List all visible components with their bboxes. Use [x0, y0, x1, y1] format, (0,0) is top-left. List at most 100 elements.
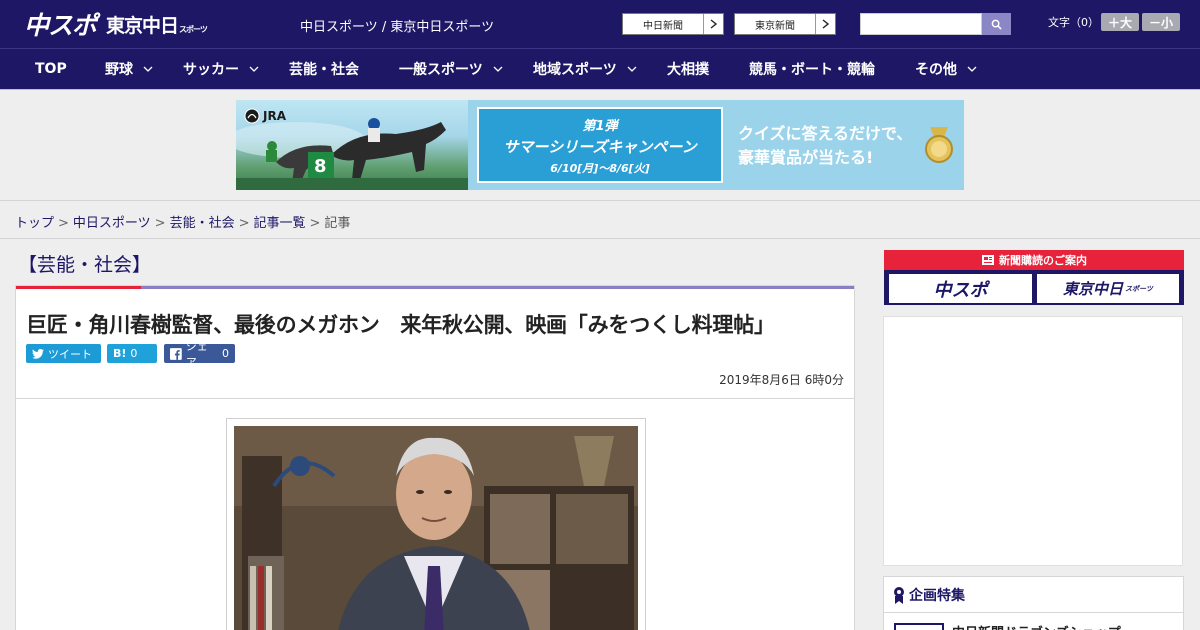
- ribbon-icon: [894, 586, 904, 604]
- nav-item-local-sports[interactable]: 地域スポーツ: [533, 49, 637, 89]
- subscribe-chuspo-link[interactable]: 中スポ: [889, 274, 1032, 303]
- twitter-icon: [32, 348, 44, 359]
- sidebar-ad-slot: [883, 316, 1183, 566]
- facebook-share-count: 0: [222, 347, 229, 360]
- breadcrumb: トップ > 中日スポーツ > 芸能・社会 > 記事一覧 > 記事: [15, 212, 350, 231]
- nav-item-keiba[interactable]: 競馬・ボート・競輪: [749, 49, 875, 89]
- hatena-count: 0: [130, 347, 138, 360]
- campaign-title: サマーシリーズキャンペーン: [503, 137, 697, 156]
- subscribe-tokyo-label: 東京中日: [1063, 280, 1124, 298]
- nav-item-entertainment[interactable]: 芸能・社会: [289, 49, 359, 89]
- chevron-down-icon: [493, 66, 503, 72]
- breadcrumb-link-entertainment[interactable]: 芸能・社会: [170, 216, 235, 231]
- tokyo-shimbun-link[interactable]: 東京新聞: [734, 13, 836, 35]
- feature-title: 企画特集: [909, 587, 965, 604]
- breadcrumb-link-top[interactable]: トップ: [15, 216, 54, 231]
- logo-chuspo: 中スポ: [24, 11, 97, 40]
- article-headline: 巨匠・角川春樹監督、最後のメガホン 来年秋公開、映画「みをつくし料理帖」: [26, 313, 775, 337]
- facebook-icon: [170, 347, 182, 360]
- jra-logo: JRA: [244, 108, 286, 124]
- nav-item-top[interactable]: TOP: [35, 49, 67, 89]
- nav-item-soccer[interactable]: サッカー: [183, 49, 259, 89]
- subscription-title: 新聞購読のご案内: [999, 254, 1087, 267]
- jra-ad-banner[interactable]: 8 JRA 第1弾 サマーシリーズキャンペーン 6/10[月]～8/6[火] ク…: [236, 100, 964, 190]
- nav-item-label: 芸能・社会: [289, 62, 359, 78]
- nav-item-label: 地域スポーツ: [533, 62, 617, 78]
- subscribe-tokyo-small: スポーツ: [1125, 284, 1153, 293]
- nav-item-label: 競馬・ボート・競輪: [749, 62, 875, 78]
- logo-tokyo-chunichi: 東京中日スポーツ: [106, 11, 208, 38]
- breadcrumb-separator: >: [58, 216, 69, 231]
- chevron-down-icon: [143, 66, 153, 72]
- newspaper-icon: [982, 255, 994, 265]
- font-smaller-button[interactable]: －小: [1142, 13, 1180, 31]
- jra-emblem-icon: [244, 108, 260, 124]
- nav-item-label: その他: [915, 62, 957, 78]
- subscribe-tokyo-chunichi-link[interactable]: 東京中日 スポーツ: [1037, 274, 1179, 303]
- chunichi-shimbun-label: 中日新聞: [643, 20, 683, 32]
- photo-illustration: [234, 426, 638, 630]
- subscription-banner[interactable]: 新聞購読のご案内 中スポ 東京中日 スポーツ: [884, 250, 1184, 305]
- chevron-right-icon: [703, 14, 723, 34]
- nav-item-label: 一般スポーツ: [399, 62, 483, 78]
- feature-header: 企画特集: [884, 577, 1183, 613]
- subscribe-chuspo-label: 中スポ: [933, 279, 988, 301]
- campaign-dates: 6/10[月]～8/6[火]: [550, 161, 650, 175]
- horse-number: 8: [314, 156, 327, 177]
- header-divider: [0, 89, 1200, 90]
- nav-item-other[interactable]: その他: [915, 49, 977, 89]
- nav-item-label: 大相撲: [667, 62, 709, 78]
- breadcrumb-separator: >: [154, 216, 166, 231]
- chevron-down-icon: [627, 66, 637, 72]
- hatena-icon: B!: [113, 347, 127, 360]
- article-date: 2019年8月6日 6時0分: [719, 373, 844, 387]
- campaign-series-number: 第1弾: [582, 118, 618, 134]
- breadcrumb-separator: >: [309, 216, 321, 231]
- trophy-medal-icon: [925, 127, 953, 163]
- nav-item-baseball[interactable]: 野球: [105, 49, 153, 89]
- search-button[interactable]: [982, 13, 1011, 35]
- breadcrumb-separator: >: [238, 216, 250, 231]
- jra-brand-text: JRA: [263, 109, 286, 123]
- chevron-right-icon: [815, 14, 835, 34]
- breadcrumb-link-article-list[interactable]: 記事一覧: [254, 216, 306, 231]
- nav-item-sumo[interactable]: 大相撲: [667, 49, 709, 89]
- facebook-share-label: シェア: [185, 339, 208, 369]
- article-card: 巨匠・角川春樹監督、最後のメガホン 来年秋公開、映画「みをつくし料理帖」 ツイー…: [15, 285, 855, 630]
- feature-box: 企画特集 中日新聞ドラゴンズショップ: [883, 576, 1184, 630]
- feature-item-thumbnail[interactable]: [894, 623, 944, 630]
- nav-item-label: TOP: [35, 61, 67, 77]
- nav-item-label: サッカー: [183, 62, 239, 78]
- chunichi-shimbun-link[interactable]: 中日新聞: [622, 13, 724, 35]
- hatena-bookmark-button[interactable]: B! 0: [107, 344, 157, 363]
- article-top-bar-accent: [16, 286, 141, 289]
- feature-item-title[interactable]: 中日新聞ドラゴンズショップ: [952, 622, 1121, 630]
- subscription-header: 新聞購読のご案内: [884, 250, 1184, 270]
- search-icon: [991, 19, 1002, 30]
- section-title: 【芸能・社会】: [18, 254, 152, 276]
- nav-item-label: 野球: [105, 62, 133, 78]
- article-photo[interactable]: [234, 426, 638, 630]
- article-divider: [16, 398, 854, 399]
- quiz-line-2: 豪華賞品が当たる!: [738, 148, 874, 167]
- search-input[interactable]: [860, 13, 982, 35]
- breadcrumb-current: 記事: [324, 216, 351, 231]
- article-top-bar: [16, 286, 854, 289]
- breadcrumb-bar: トップ > 中日スポーツ > 芸能・社会 > 記事一覧 > 記事: [0, 200, 1200, 239]
- font-larger-button[interactable]: ＋大: [1101, 13, 1139, 31]
- quiz-text: クイズに答えるだけで、 豪華賞品が当たる!: [738, 122, 912, 170]
- chevron-down-icon: [967, 66, 977, 72]
- site-header: 中スポ 東京中日スポーツ 中日スポーツ / 東京中日スポーツ 中日新聞 東京新聞…: [0, 0, 1200, 48]
- tokyo-shimbun-label: 東京新聞: [755, 20, 795, 32]
- chevron-down-icon: [249, 66, 259, 72]
- quiz-line-1: クイズに答えるだけで、: [738, 124, 913, 143]
- global-nav: TOP 野球 サッカー 芸能・社会 一般スポーツ 地域スポーツ 大相撲 競馬・ボ…: [0, 48, 1200, 89]
- twitter-share-button[interactable]: ツイート: [26, 344, 101, 363]
- nav-item-general-sports[interactable]: 一般スポーツ: [399, 49, 503, 89]
- facebook-share-button[interactable]: シェア 0: [164, 340, 235, 369]
- breadcrumb-link-chunichi-sports[interactable]: 中日スポーツ: [73, 216, 151, 231]
- site-logo[interactable]: 中スポ 東京中日スポーツ: [24, 6, 208, 42]
- logo-tokyo-small: スポーツ: [179, 24, 208, 34]
- twitter-share-label: ツイート: [48, 347, 92, 361]
- site-title[interactable]: 中日スポーツ / 東京中日スポーツ: [300, 16, 494, 35]
